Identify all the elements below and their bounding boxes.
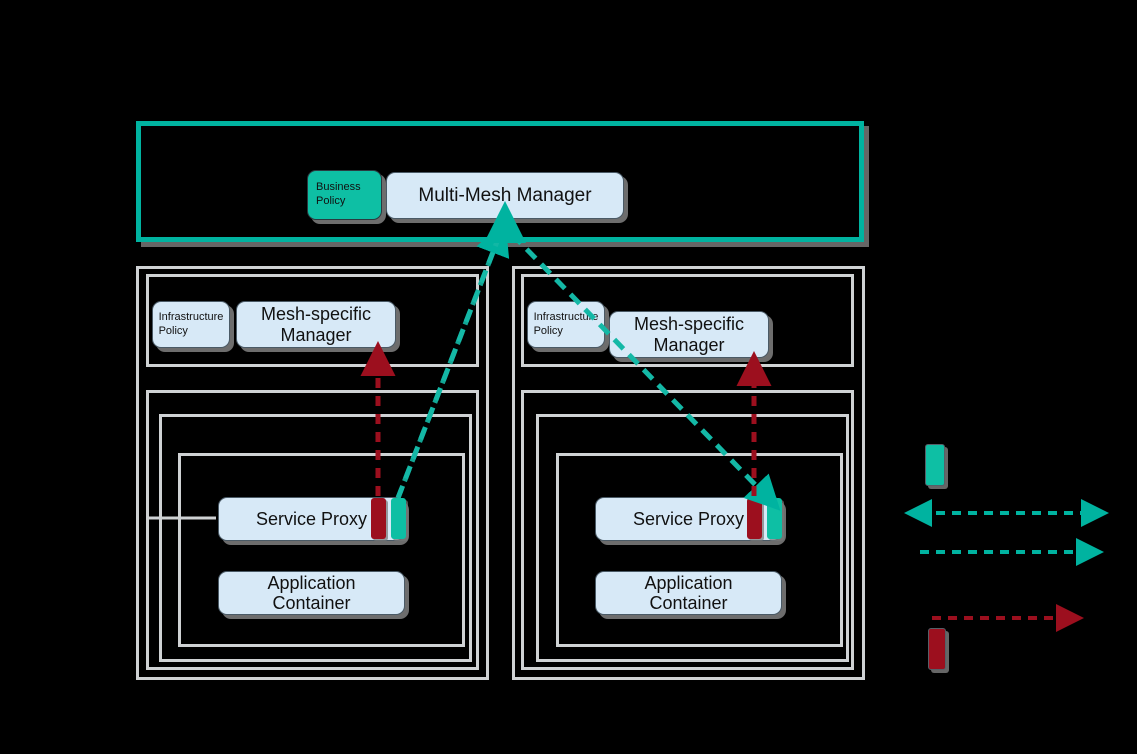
mesh-right-application-container-label: Application Container [644, 572, 733, 613]
mesh-right-proxy-red-marker [747, 498, 762, 539]
business-policy-label: Business Policy [316, 181, 361, 207]
mesh-left-proxy-red-marker [371, 498, 386, 539]
legend-red-swatch [928, 628, 946, 670]
mesh-right-application-container-node[interactable]: Application Container [595, 571, 782, 615]
mesh-right-infrastructure-policy-node[interactable]: Infrastructure Policy [527, 301, 605, 348]
mesh-left-infrastructure-policy-node[interactable]: Infrastructure Policy [152, 301, 230, 348]
business-policy-node[interactable]: Business Policy [307, 170, 382, 220]
multi-mesh-manager-node[interactable]: Multi-Mesh Manager [386, 172, 624, 219]
multi-mesh-manager-label: Multi-Mesh Manager [418, 184, 592, 206]
mesh-right-mesh-manager-label: Mesh-specific Manager [633, 314, 745, 355]
mesh-right-proxy-teal-marker [767, 498, 782, 539]
mesh-left-application-container-node[interactable]: Application Container [218, 571, 405, 615]
mesh-right-mesh-manager-node[interactable]: Mesh-specific Manager [609, 311, 769, 358]
mesh-right-service-proxy-label: Service Proxy [632, 508, 745, 529]
mesh-left-proxy-teal-marker [391, 498, 406, 539]
mesh-right-pod-box [556, 453, 843, 647]
mesh-right-infrastructure-policy-label: Infrastructure Policy [533, 310, 599, 337]
mesh-left-mesh-manager-label: Mesh-specific Manager [260, 304, 372, 345]
mesh-left-service-proxy-label: Service Proxy [255, 508, 368, 529]
mesh-left-pod-box [178, 453, 465, 647]
mesh-left-mesh-manager-node[interactable]: Mesh-specific Manager [236, 301, 396, 348]
mesh-left-application-container-label: Application Container [267, 572, 356, 613]
legend-teal-swatch [925, 444, 945, 486]
mesh-left-infrastructure-policy-label: Infrastructure Policy [158, 310, 224, 337]
